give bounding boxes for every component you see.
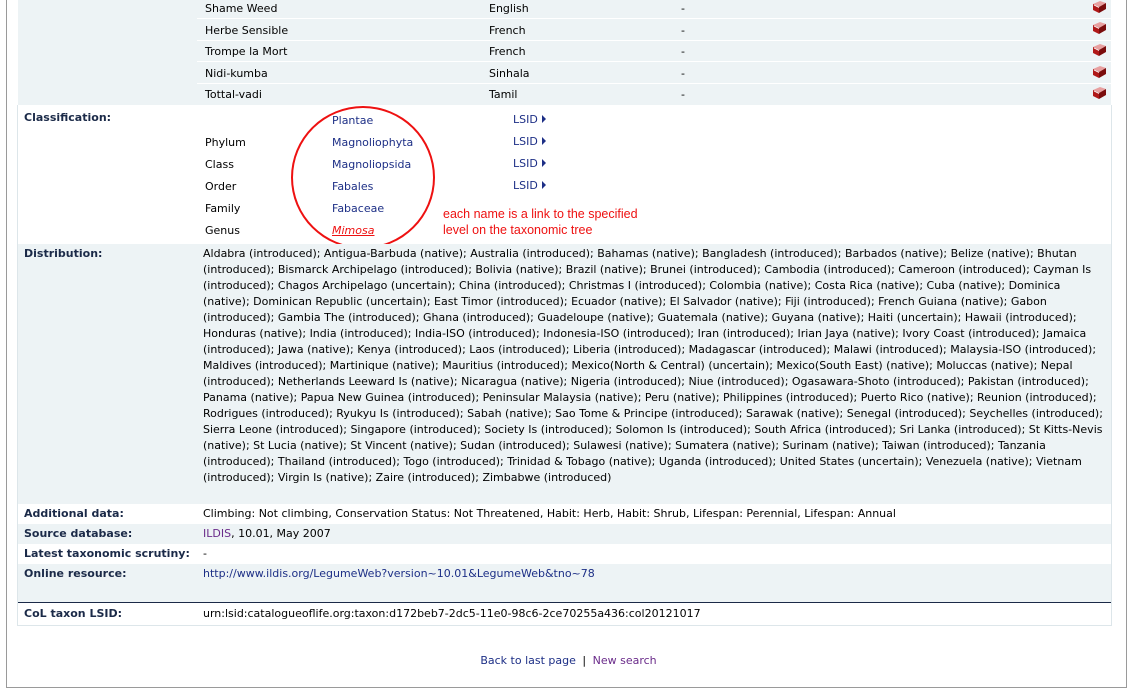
book-icon[interactable] [1091, 21, 1107, 35]
book-icon[interactable] [1091, 43, 1107, 57]
common-name-language: French [489, 45, 526, 58]
rank-label: Family [205, 202, 241, 215]
footer-separator: | [582, 654, 587, 667]
annotation-line: each name is a link to the specified [443, 207, 638, 221]
lsid-link[interactable]: LSID [513, 113, 546, 126]
col-lsid-value: urn:lsid:catalogueoflife.org:taxon:d172b… [203, 607, 701, 620]
rank-label: Genus [205, 224, 240, 237]
source-details: , 10.01, May 2007 [231, 527, 331, 540]
common-name-country: - [681, 45, 685, 58]
arrow-right-icon [541, 181, 546, 189]
distribution-label: Distribution: [24, 247, 103, 260]
distribution-text: Aldabra (introduced); Antigua-Barbuda (n… [203, 247, 1103, 484]
annotation-note: each name is a link to the specified lev… [443, 206, 638, 238]
common-name: Tottal-vadi [205, 88, 262, 101]
lsid-link[interactable]: LSID [513, 179, 546, 192]
common-name: Nidi-kumba [205, 67, 268, 80]
lsid-link[interactable]: LSID [513, 157, 546, 170]
common-name-language: Tamil [489, 88, 518, 101]
arrow-right-icon [541, 115, 546, 123]
annotation-line: level on the taxonomic tree [443, 223, 593, 237]
divider [18, 602, 1111, 603]
common-name-language: French [489, 24, 526, 37]
lsid-label[interactable]: LSID [513, 179, 538, 192]
scrutiny-value: - [203, 547, 207, 560]
common-name: Herbe Sensible [205, 24, 289, 37]
new-search-link[interactable]: New search [593, 654, 657, 667]
lsid-label[interactable]: LSID [513, 157, 538, 170]
additional-label: Additional data: [24, 507, 124, 520]
arrow-right-icon [541, 137, 546, 145]
lsid-link[interactable]: LSID [513, 135, 546, 148]
common-names-label-cell [18, 0, 198, 105]
footer-nav: Back to last page | New search [0, 654, 1137, 667]
common-name-country: - [681, 2, 685, 15]
classification-label: Classification: [24, 111, 112, 124]
col-lsid-label: CoL taxon LSID: [24, 607, 123, 620]
common-name-country: - [681, 88, 685, 101]
additional-value: Climbing: Not climbing, Conservation Sta… [203, 507, 896, 520]
common-name-country: - [681, 24, 685, 37]
source-label: Source database: [24, 527, 133, 540]
online-label: Online resource: [24, 567, 127, 580]
scrutiny-label: Latest taxonomic scrutiny: [24, 547, 190, 560]
book-icon[interactable] [1091, 86, 1107, 100]
book-icon[interactable] [1091, 0, 1107, 14]
common-name-language: English [489, 2, 529, 15]
source-link[interactable]: ILDIS [203, 527, 231, 540]
common-name-country: - [681, 67, 685, 80]
common-name-language: Sinhala [489, 67, 530, 80]
rank-label: Order [205, 180, 237, 193]
annotation-circle [291, 106, 435, 249]
common-name: Trompe la Mort [205, 45, 288, 58]
source-row [18, 524, 1111, 544]
arrow-right-icon [541, 159, 546, 167]
lsid-label[interactable]: LSID [513, 113, 538, 126]
online-link-wrap[interactable]: http://www.ildis.org/LegumeWeb?version~1… [203, 567, 595, 580]
common-name: Shame Weed [205, 2, 278, 15]
source-value: ILDIS, 10.01, May 2007 [203, 527, 331, 540]
online-resource-link[interactable]: http://www.ildis.org/LegumeWeb?version~1… [203, 567, 595, 580]
back-link[interactable]: Back to last page [480, 654, 576, 667]
rank-label: Phylum [205, 136, 246, 149]
book-icon[interactable] [1091, 65, 1107, 79]
rank-label: Class [205, 158, 234, 171]
lsid-label[interactable]: LSID [513, 135, 538, 148]
